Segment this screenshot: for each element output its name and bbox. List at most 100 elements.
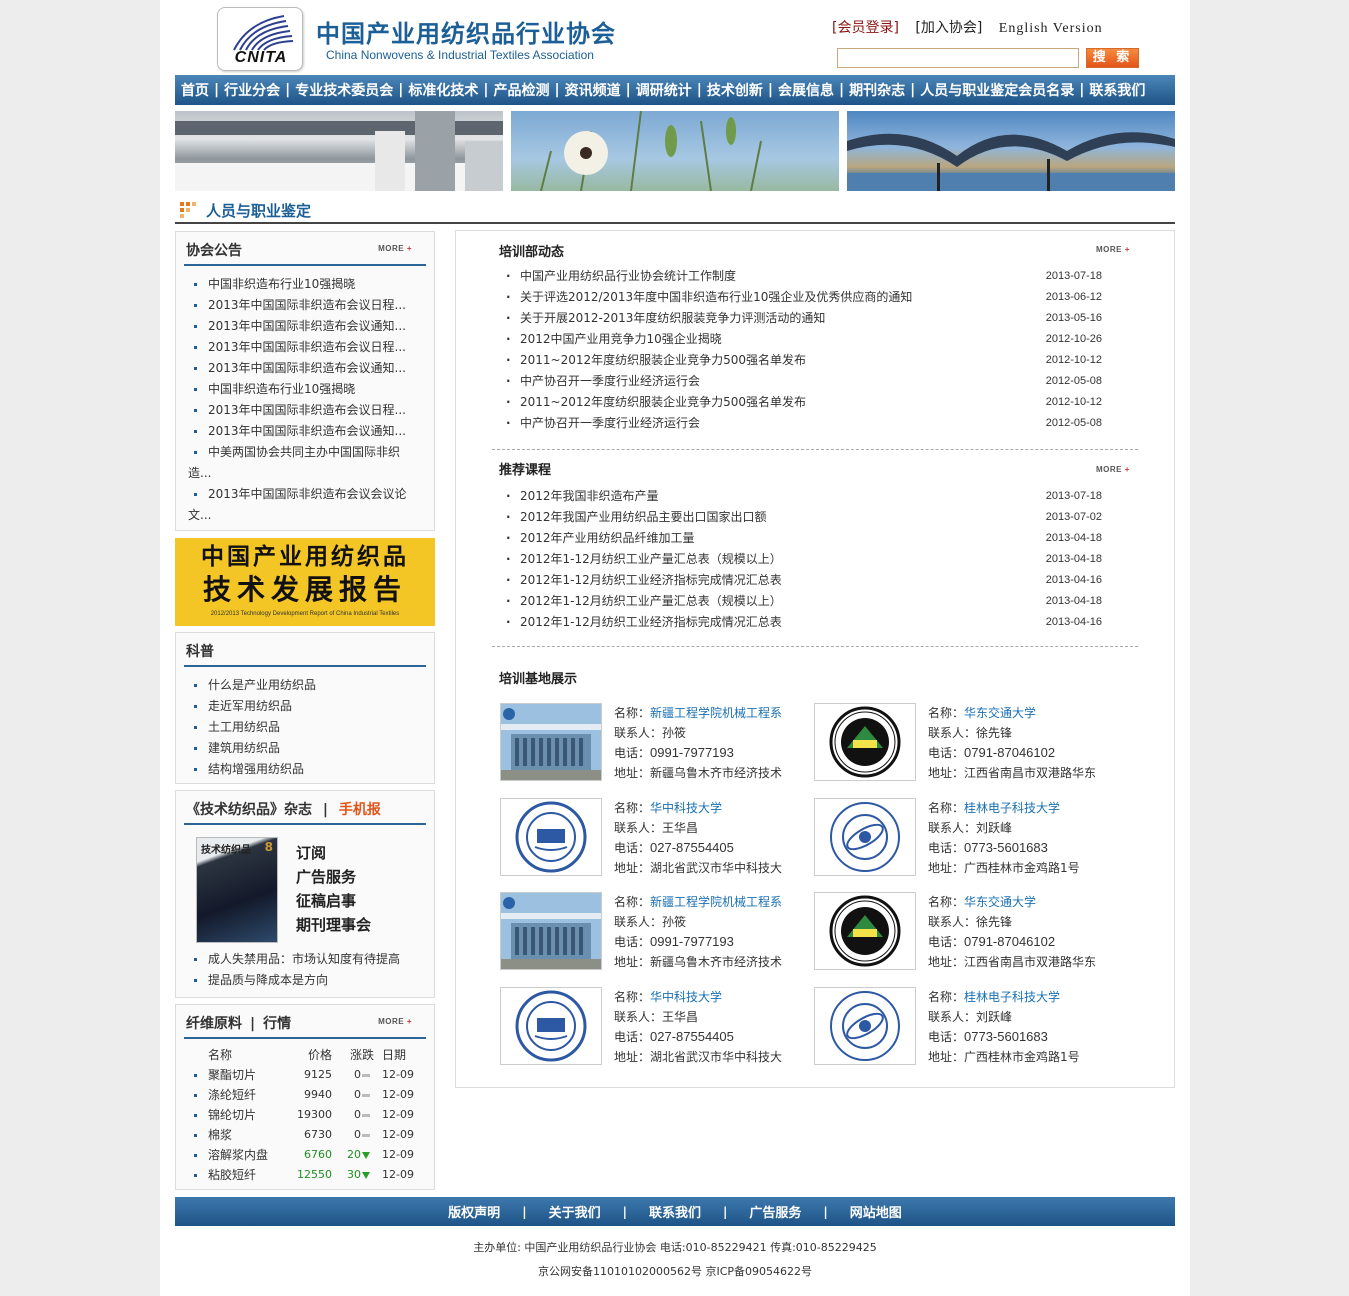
training-item[interactable]: 中产协召开一季度行业经济运行会2012-05-08 [502, 371, 1102, 392]
footer-sitemap-link[interactable]: 网站地图 [850, 1202, 902, 1221]
base-name-link[interactable]: 华东交通大学 [964, 895, 1036, 909]
science-item[interactable]: 土工用纺织品 [188, 717, 434, 738]
main-content: 培训部动态 MORE + 中国产业用纺织品行业协会统计工作制度2013-07-1… [455, 230, 1175, 1088]
base-info: 名称：华东交通大学 联系人：徐先锋 电话：0791-87046102 地址：江西… [928, 895, 1097, 969]
nav-branches[interactable]: 行业分会 [224, 80, 280, 100]
price-row[interactable]: 聚酯切片 9125 0 12-09 [176, 1065, 434, 1085]
magazine-item[interactable]: 成人失禁用品：市场认知度有待提高 [188, 949, 400, 970]
training-item[interactable]: 关于评选2012/2013年度中国非织造布行业10强企业及优秀供应商的通知201… [502, 287, 1102, 308]
base-card[interactable]: 名称：华中科技大学 联系人：王华昌 电话：027-87554405 地址：湖北省… [500, 798, 800, 876]
course-item[interactable]: 2012年1-12月纺织工业产量汇总表（规模以上）2013-04-18 [502, 591, 1102, 612]
base-card[interactable]: 名称：华中科技大学 联系人：王华昌 电话：027-87554405 地址：湖北省… [500, 987, 800, 1065]
base-name-link[interactable]: 新疆工程学院机械工程系 [650, 895, 782, 909]
training-item[interactable]: 关于开展2012-2013年度纺织服装竞争力评测活动的通知2013-05-16 [502, 308, 1102, 329]
base-name-link[interactable]: 桂林电子科技大学 [964, 801, 1060, 815]
footer-contact-link[interactable]: 联系我们 [649, 1202, 701, 1221]
nav-journals[interactable]: 期刊杂志 [849, 80, 905, 100]
courses-list: 2012年我国非织造布产量2013-07-18 2012年我国产业用纺织品主要出… [502, 486, 1102, 633]
magazine-item[interactable]: 提品质与降成本是方向 [188, 970, 400, 991]
footer-copyright-link[interactable]: 版权声明 [448, 1202, 500, 1221]
training-item[interactable]: 2012中国产业用竞争力10强企业揭晓2012-10-26 [502, 329, 1102, 350]
base-logo-ecjtu [814, 892, 916, 970]
magazine-cover-image[interactable]: 技术纺织品 8 [196, 837, 278, 943]
science-item[interactable]: 结构增强用纺织品 [188, 759, 434, 780]
subscribe-link[interactable]: 订阅 [296, 841, 371, 865]
nav-statistics[interactable]: 调研统计 [636, 80, 692, 100]
cnita-logo[interactable]: CNITA [217, 7, 303, 71]
notice-item[interactable]: 2013年中国国际非织造布会议通知... [188, 421, 434, 442]
course-item[interactable]: 2012年1-12月纺织工业经济指标完成情况汇总表2013-04-16 [502, 570, 1102, 591]
course-item[interactable]: 2012年1-12月纺织工业经济指标完成情况汇总表2013-04-16 [502, 612, 1102, 633]
base-card[interactable]: 名称：桂林电子科技大学 联系人：刘跃峰 电话：0773-5601683 地址：广… [814, 798, 1114, 876]
nav-separator: | [696, 82, 702, 98]
nav-committees[interactable]: 专业技术委员会 [295, 80, 393, 100]
base-name-link[interactable]: 华中科技大学 [650, 990, 722, 1004]
course-item[interactable]: 2012年我国非织造布产量2013-07-18 [502, 486, 1102, 507]
nav-exhibitions[interactable]: 会展信息 [778, 80, 834, 100]
notice-item[interactable]: 中美两国协会共同主办中国国际非织 造... [188, 442, 434, 484]
tech-report-ad[interactable]: 中国产业用纺织品 技术发展报告 2012/2013 Technology Dev… [175, 538, 435, 626]
flat-trend-icon [362, 1113, 370, 1117]
nav-contact[interactable]: 联系我们 [1089, 80, 1145, 100]
nav-innovation[interactable]: 技术创新 [707, 80, 763, 100]
footer-separator: | [823, 1204, 828, 1219]
courses-more-link[interactable]: MORE + [1096, 465, 1130, 474]
notice-item[interactable]: 中国非织造布行业10强揭晓 [188, 274, 434, 295]
join-association-link[interactable]: [加入协会] [915, 17, 982, 37]
footer-about-link[interactable]: 关于我们 [549, 1202, 601, 1221]
nav-testing[interactable]: 产品检测 [494, 80, 550, 100]
base-card[interactable]: 名称：新疆工程学院机械工程系 联系人：孙筱 电话：0991-7977193 地址… [500, 892, 800, 970]
notice-item[interactable]: 2013年中国国际非织造布会议日程... [188, 400, 434, 421]
training-list: 中国产业用纺织品行业协会统计工作制度2013-07-18 关于评选2012/20… [502, 266, 1102, 434]
science-item[interactable]: 走近军用纺织品 [188, 696, 434, 717]
nav-separator: | [839, 82, 845, 98]
call-for-papers-link[interactable]: 征稿启事 [296, 889, 371, 913]
notice-item[interactable]: 2013年中国国际非织造布会议日程... [188, 337, 434, 358]
training-item[interactable]: 中国产业用纺织品行业协会统计工作制度2013-07-18 [502, 266, 1102, 287]
price-row[interactable]: 棉浆 6730 0 12-09 [176, 1125, 434, 1145]
mobile-news-link[interactable]: 手机报 [339, 802, 381, 818]
science-item[interactable]: 建筑用纺织品 [188, 738, 434, 759]
magazine-links: 订阅 广告服务 征稿启事 期刊理事会 [296, 841, 371, 937]
search-button[interactable]: 搜 索 [1086, 48, 1139, 68]
notice-item[interactable]: 2013年中国国际非织造布会议会议论 文... [188, 484, 434, 526]
base-name-link[interactable]: 桂林电子科技大学 [964, 990, 1060, 1004]
price-row[interactable]: 溶解浆内盘 6760 20 12-09 [176, 1145, 434, 1165]
training-item[interactable]: 2011~2012年度纺织服装企业竞争力500强名单发布2012-10-12 [502, 392, 1102, 413]
nav-certification-directory[interactable]: 人员与职业鉴定会员名录 [920, 80, 1074, 100]
nav-news[interactable]: 资讯频道 [565, 80, 621, 100]
notice-item[interactable]: 2013年中国国际非织造布会议日程... [188, 295, 434, 316]
price-row[interactable]: 锦纶切片 19300 0 12-09 [176, 1105, 434, 1125]
footer-ads-link[interactable]: 广告服务 [749, 1202, 801, 1221]
journal-council-link[interactable]: 期刊理事会 [296, 913, 371, 937]
base-name-link[interactable]: 华中科技大学 [650, 801, 722, 815]
base-card[interactable]: 名称：华东交通大学 联系人：徐先锋 电话：0791-87046102 地址：江西… [814, 892, 1114, 970]
course-item[interactable]: 2012年1-12月纺织工业产量汇总表（规模以上）2013-04-18 [502, 549, 1102, 570]
training-more-link[interactable]: MORE + [1096, 245, 1130, 254]
training-item[interactable]: 中产协召开一季度行业经济运行会2012-05-08 [502, 413, 1102, 434]
notice-item[interactable]: 中国非织造布行业10强揭晓 [188, 379, 434, 400]
member-login-link[interactable]: [会员登录] [832, 17, 899, 37]
english-version-link[interactable]: English Version [999, 21, 1103, 37]
base-card[interactable]: 名称：华东交通大学 联系人：徐先锋 电话：0791-87046102 地址：江西… [814, 703, 1114, 781]
base-name-link[interactable]: 新疆工程学院机械工程系 [650, 706, 782, 720]
base-card[interactable]: 名称：新疆工程学院机械工程系 联系人：孙筱 电话：0991-7977193 地址… [500, 703, 800, 781]
price-row[interactable]: 粘胶短纤 12550 30 12-09 [176, 1165, 434, 1185]
notice-more-link[interactable]: MORE + [378, 244, 412, 253]
price-more-link[interactable]: MORE + [378, 1017, 412, 1026]
base-card[interactable]: 名称：桂林电子科技大学 联系人：刘跃峰 电话：0773-5601683 地址：广… [814, 987, 1114, 1065]
notice-item[interactable]: 2013年中国国际非织造布会议通知... [188, 316, 434, 337]
base-logo-hust [500, 798, 602, 876]
course-item[interactable]: 2012年产业用纺织品纤维加工量2013-04-18 [502, 528, 1102, 549]
training-item[interactable]: 2011~2012年度纺织服装企业竞争力500强名单发布2012-10-12 [502, 350, 1102, 371]
nav-standards[interactable]: 标准化技术 [408, 80, 478, 100]
guet-seal-icon [830, 991, 900, 1061]
course-item[interactable]: 2012年我国产业用纺织品主要出口国家出口额2013-07-02 [502, 507, 1102, 528]
search-input[interactable] [837, 48, 1079, 68]
notice-item[interactable]: 2013年中国国际非织造布会议通知... [188, 358, 434, 379]
base-name-link[interactable]: 华东交通大学 [964, 706, 1036, 720]
science-item[interactable]: 什么是产业用纺织品 [188, 675, 434, 696]
price-row[interactable]: 涤纶短纤 9940 0 12-09 [176, 1085, 434, 1105]
ad-service-link[interactable]: 广告服务 [296, 865, 371, 889]
nav-home[interactable]: 首页 [181, 80, 209, 100]
